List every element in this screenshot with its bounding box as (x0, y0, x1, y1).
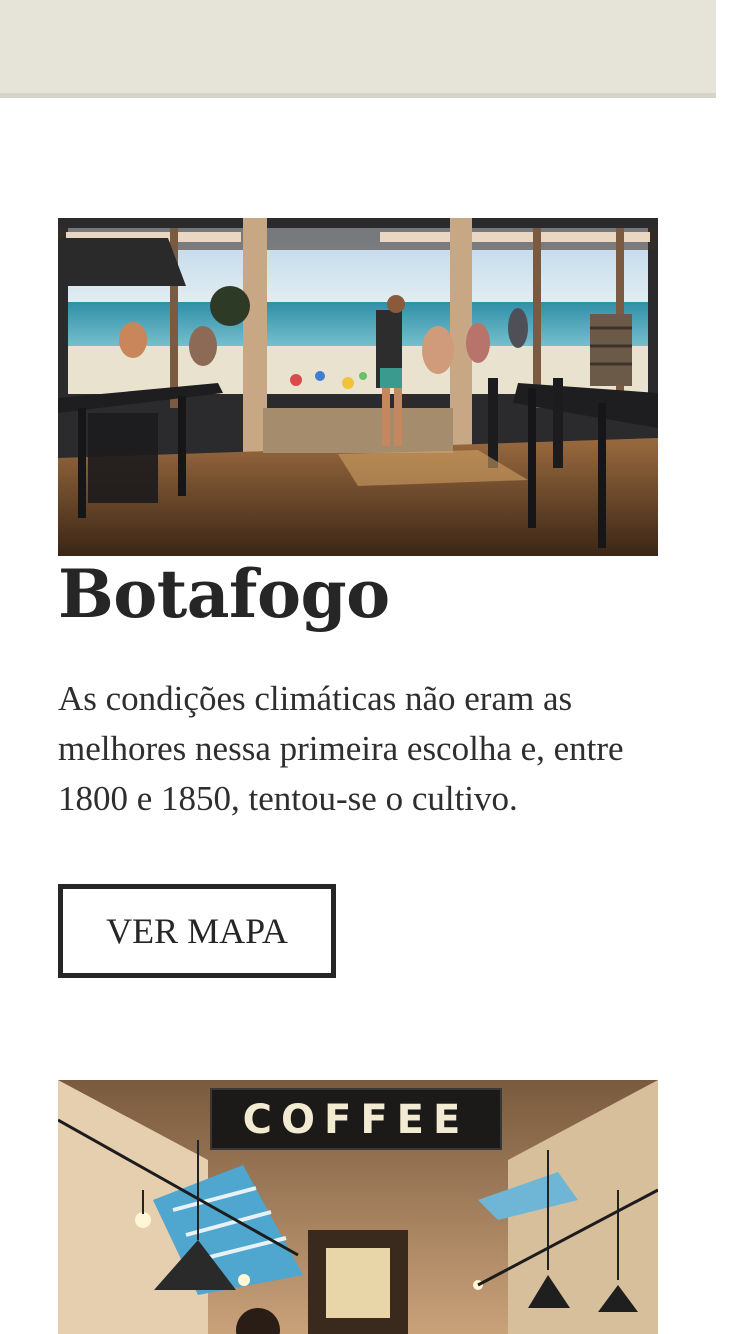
place-title: Botafogo (58, 555, 390, 633)
place-description: As condições climáticas não eram as melh… (58, 678, 624, 818)
place-card: COFFEE (58, 1080, 658, 1334)
coffee-sign: COFFEE (210, 1088, 502, 1150)
place-card: Botafogo As condições climáticas não era… (58, 218, 658, 978)
beach-cafe-photo (58, 218, 658, 556)
coffee-shop-photo: COFFEE (58, 1080, 658, 1334)
top-header-bar (0, 0, 716, 98)
view-map-button[interactable]: VER MAPA (58, 883, 336, 978)
